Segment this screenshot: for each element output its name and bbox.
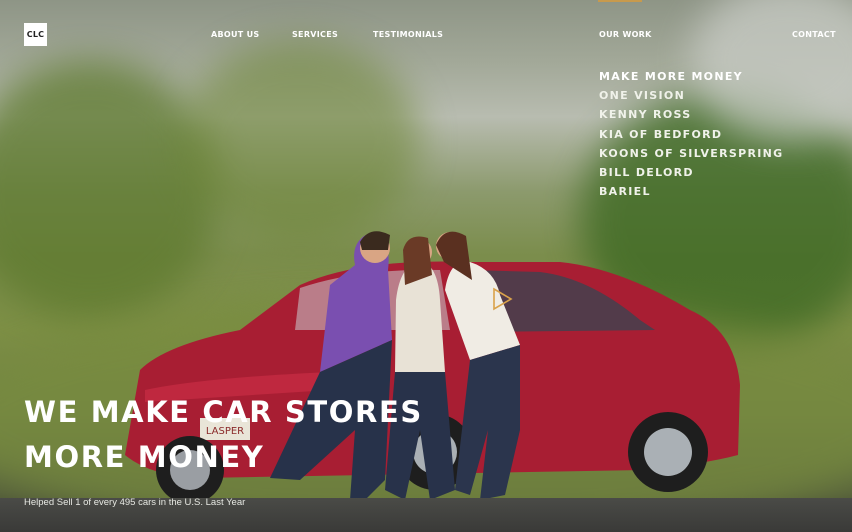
play-icon[interactable] — [490, 287, 514, 311]
hero-headline-line2: MORE MONEY — [24, 440, 265, 474]
our-work-dropdown: MAKE MORE MONEY ONE VISION KENNY ROSS KI… — [599, 67, 783, 201]
hero-tagline: Helped Sell 1 of every 495 cars in the U… — [24, 497, 246, 508]
menu-item-make-more-money[interactable]: MAKE MORE MONEY — [599, 67, 783, 86]
menu-item-one-vision[interactable]: ONE VISION — [599, 86, 783, 105]
hero-headline: WE MAKE CAR STORES MORE MONEY — [24, 390, 423, 480]
nav-contact[interactable]: CONTACT — [792, 30, 836, 39]
hero-headline-line1: WE MAKE CAR STORES — [24, 395, 423, 429]
nav-testimonials[interactable]: TESTIMONIALS — [373, 30, 443, 39]
nav-our-work[interactable]: OUR WORK — [599, 30, 652, 39]
menu-item-kia-of-bedford[interactable]: KIA OF BEDFORD — [599, 125, 783, 144]
nav-about-us[interactable]: ABOUT US — [211, 30, 260, 39]
menu-item-bill-delord[interactable]: BILL DELORD — [599, 163, 783, 182]
clc-logo[interactable]: CLC — [24, 23, 47, 46]
menu-item-koons-of-silverspring[interactable]: KOONS OF SILVERSPRING — [599, 144, 783, 163]
menu-item-kenny-ross[interactable]: KENNY ROSS — [599, 105, 783, 124]
menu-item-bariel[interactable]: BARIEL — [599, 182, 783, 201]
nav-services[interactable]: SERVICES — [292, 30, 338, 39]
active-nav-indicator — [598, 0, 642, 2]
